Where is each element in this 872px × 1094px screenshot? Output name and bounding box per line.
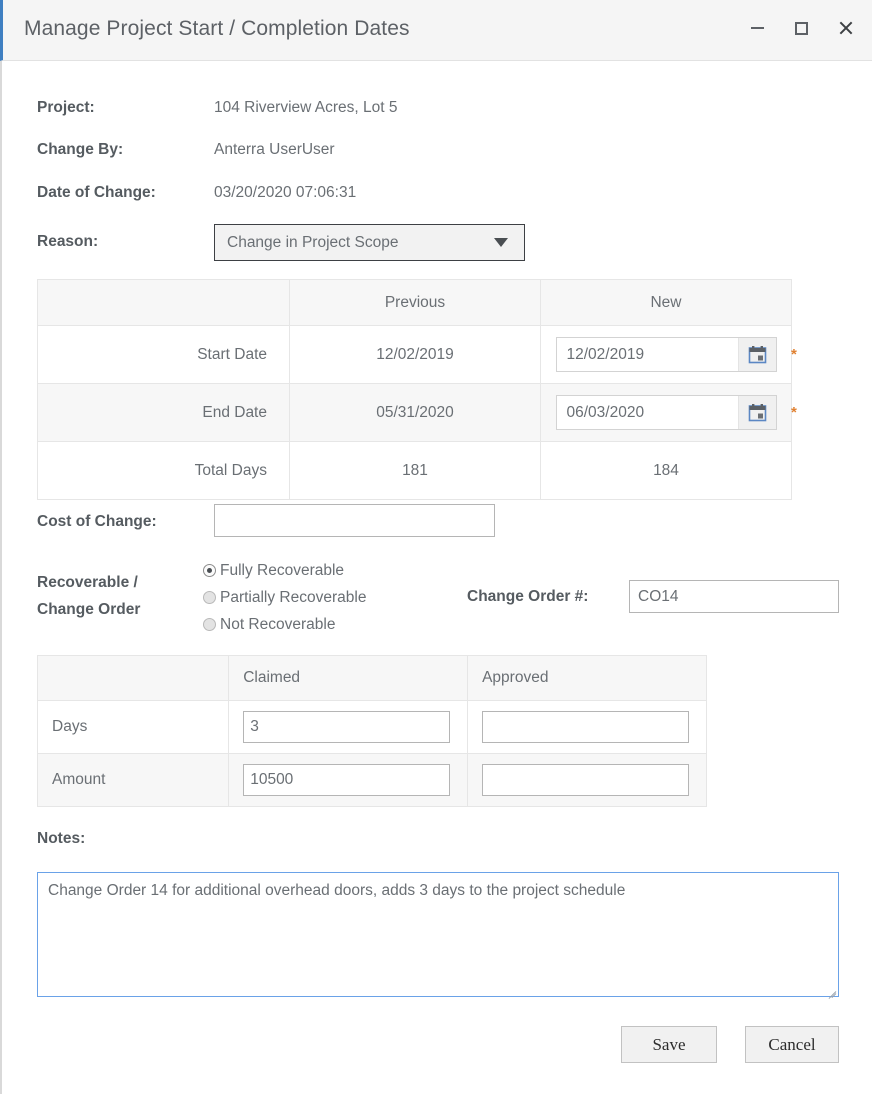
- end-date-new-cell: [540, 383, 792, 442]
- calendar-icon: [748, 346, 766, 364]
- window-title: Manage Project Start / Completion Dates: [24, 17, 410, 40]
- calendar-icon: [748, 404, 766, 422]
- amount-approved-input[interactable]: [482, 764, 690, 796]
- start-date-input[interactable]: [556, 338, 738, 371]
- reason-selected-value: Change in Project Scope: [227, 233, 399, 251]
- reason-select[interactable]: Change in Project Scope: [214, 224, 525, 261]
- start-date-picker[interactable]: [555, 337, 777, 372]
- end-date-calendar-button[interactable]: [737, 396, 776, 429]
- change-order-label: Change Order #:: [467, 588, 589, 605]
- table-row: Days: [36, 700, 707, 754]
- ca-header-blank: [36, 655, 230, 701]
- radio-fully-recoverable[interactable]: Fully Recoverable: [203, 557, 366, 584]
- cost-of-change-input[interactable]: [214, 504, 495, 537]
- table-row: Total Days 181 184: [37, 441, 792, 500]
- start-date-new-cell: [540, 325, 792, 384]
- start-date-previous: 12/02/2019: [289, 325, 541, 384]
- radio-label: Not Recoverable: [220, 615, 336, 633]
- end-date-label: End Date: [37, 383, 290, 442]
- recoverable-label-line1: Recoverable /: [37, 574, 138, 591]
- dates-header-previous: Previous: [289, 279, 541, 326]
- total-days-new: 184: [540, 441, 792, 500]
- project-label: Project:: [37, 99, 95, 116]
- ca-header-claimed: Claimed: [228, 655, 469, 701]
- minimize-icon: [750, 27, 764, 29]
- dates-header-new: New: [540, 279, 792, 326]
- title-bar: Manage Project Start / Completion Dates: [0, 0, 872, 61]
- table-row: End Date 05/31/2020: [37, 383, 792, 442]
- radio-label: Fully Recoverable: [220, 561, 345, 579]
- dates-header-blank: [37, 279, 290, 326]
- total-days-label: Total Days: [37, 441, 290, 500]
- change-by-value: Anterra UserUser: [214, 141, 335, 158]
- radio-label: Partially Recoverable: [220, 588, 367, 606]
- date-of-change-label: Date of Change:: [37, 184, 156, 201]
- table-row: Start Date 12/02/2019: [37, 325, 792, 384]
- table-header-row: Previous New: [37, 279, 792, 326]
- days-row-label: Days: [36, 700, 230, 754]
- radio-indicator: [203, 564, 216, 577]
- project-value: 104 Riverview Acres, Lot 5: [214, 99, 398, 116]
- radio-partially-recoverable[interactable]: Partially Recoverable: [203, 584, 366, 611]
- days-claimed-cell: [228, 700, 469, 754]
- end-date-required-marker: *: [791, 404, 797, 421]
- notes-textarea[interactable]: Change Order 14 for additional overhead …: [37, 872, 839, 997]
- radio-indicator: [203, 618, 216, 631]
- close-icon: [838, 21, 853, 36]
- table-header-row: Claimed Approved: [36, 655, 707, 701]
- start-date-label: Start Date: [37, 325, 290, 384]
- change-by-label: Change By:: [37, 141, 124, 158]
- ca-header-approved: Approved: [467, 655, 707, 701]
- table-row: Amount: [36, 753, 707, 807]
- minimize-button[interactable]: [746, 16, 768, 40]
- maximize-button[interactable]: [790, 16, 812, 40]
- chevron-down-icon: [494, 238, 508, 247]
- start-date-calendar-button[interactable]: [737, 338, 776, 371]
- days-claimed-input[interactable]: [243, 711, 451, 743]
- end-date-previous: 05/31/2020: [289, 383, 541, 442]
- window-controls: [746, 16, 856, 40]
- claimed-approved-table: Claimed Approved Days Amount: [36, 655, 707, 807]
- total-days-previous: 181: [289, 441, 541, 500]
- recoverable-radio-group: Fully Recoverable Partially Recoverable …: [203, 557, 366, 638]
- date-of-change-value: 03/20/2020 07:06:31: [214, 184, 357, 201]
- close-button[interactable]: [834, 16, 856, 40]
- notes-label: Notes:: [37, 830, 86, 847]
- cost-of-change-label: Cost of Change:: [37, 513, 157, 530]
- cancel-button[interactable]: Cancel: [745, 1026, 839, 1063]
- end-date-input[interactable]: [556, 396, 738, 429]
- dialog-body: Project: 104 Riverview Acres, Lot 5 Chan…: [0, 61, 872, 1094]
- amount-row-label: Amount: [36, 753, 230, 807]
- radio-indicator: [203, 591, 216, 604]
- change-order-input[interactable]: [629, 580, 839, 613]
- amount-claimed-input[interactable]: [243, 764, 451, 796]
- maximize-icon: [794, 21, 808, 35]
- recoverable-label-line2: Change Order: [37, 601, 141, 618]
- dialog-window: Manage Project Start / Completion Dates …: [0, 0, 872, 1094]
- days-approved-input[interactable]: [482, 711, 690, 743]
- radio-not-recoverable[interactable]: Not Recoverable: [203, 611, 366, 638]
- end-date-picker[interactable]: [555, 395, 777, 430]
- amount-claimed-cell: [228, 753, 469, 807]
- start-date-required-marker: *: [791, 346, 797, 363]
- amount-approved-cell: [467, 753, 707, 807]
- days-approved-cell: [467, 700, 707, 754]
- reason-label: Reason:: [37, 233, 99, 250]
- dates-table: Previous New Start Date 12/02/2019 12/02…: [37, 279, 792, 500]
- save-button[interactable]: Save: [621, 1026, 717, 1063]
